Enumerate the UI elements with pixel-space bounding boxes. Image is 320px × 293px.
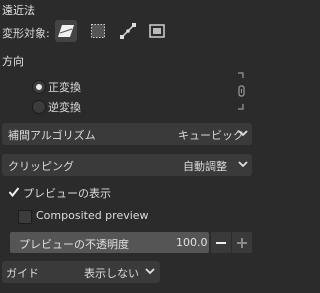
chevron-down-icon (238, 161, 248, 168)
path-target-button[interactable] (117, 20, 139, 42)
interpolation-label: 補間アルゴリズム (8, 129, 96, 142)
composited-preview-checkbox[interactable] (18, 210, 32, 224)
show-preview-label[interactable]: プレビューの表示 (23, 185, 111, 201)
clipping-label: クリッピング (8, 160, 74, 173)
layer-icon (58, 25, 74, 37)
preview-opacity-slider[interactable]: プレビューの不透明度 100.0 (10, 232, 209, 253)
direction-forward-label[interactable]: 正変換 (48, 79, 81, 95)
guide-value: 表示しない (84, 267, 139, 280)
preview-opacity-value: 100.0 (176, 236, 208, 249)
preview-opacity-label: プレビューの不透明度 (19, 238, 129, 251)
composited-preview-label[interactable]: Composited preview (36, 209, 149, 222)
direction-backward-radio[interactable] (32, 100, 46, 114)
image-icon (149, 24, 165, 38)
guide-label: ガイド (6, 267, 39, 280)
transform-target-label: 変形対象: (2, 27, 50, 40)
selection-icon (91, 24, 105, 38)
clipping-combo[interactable]: クリッピング 自動調整 (2, 154, 252, 176)
clipping-value: 自動調整 (183, 160, 227, 173)
opacity-increase-button[interactable] (232, 232, 252, 253)
direction-backward-label[interactable]: 逆変換 (48, 99, 81, 115)
guide-combo[interactable]: ガイド 表示しない (2, 261, 160, 283)
opacity-decrease-button[interactable] (211, 232, 231, 253)
chain-icon[interactable] (237, 72, 245, 110)
direction-title: 方向 (2, 55, 24, 68)
path-icon (120, 23, 136, 39)
show-preview-checkbox[interactable] (8, 186, 20, 198)
chevron-down-icon (238, 130, 248, 137)
image-target-button[interactable] (146, 20, 168, 42)
tool-title: 遠近法 (2, 4, 35, 17)
selection-target-button[interactable] (87, 20, 109, 42)
chevron-down-icon (145, 268, 155, 275)
plus-icon (237, 237, 247, 248)
interpolation-value: キュービック (178, 129, 244, 142)
minus-icon (216, 241, 226, 244)
direction-forward-radio[interactable] (32, 80, 46, 94)
layer-target-button[interactable] (55, 20, 77, 42)
interpolation-combo[interactable]: 補間アルゴリズム キュービック (2, 123, 252, 145)
